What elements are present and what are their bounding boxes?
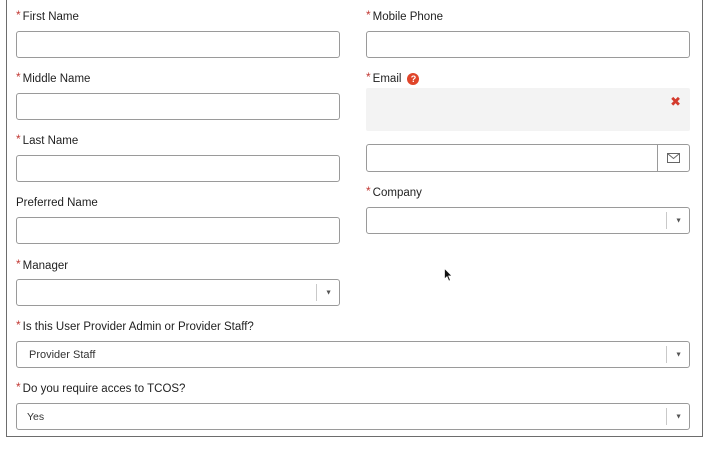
- chevron-down-icon: ▼: [675, 217, 682, 224]
- chevron-down-icon: ▼: [675, 413, 682, 420]
- select-divider: [316, 284, 317, 301]
- required-marker: *: [16, 70, 21, 84]
- required-marker: *: [16, 318, 21, 332]
- last-name-label: * Last Name: [16, 132, 79, 147]
- required-marker: *: [16, 8, 21, 22]
- required-marker: *: [16, 380, 21, 394]
- chevron-down-icon: ▼: [325, 289, 332, 296]
- required-marker: *: [366, 70, 371, 84]
- manager-label: * Manager: [16, 257, 69, 272]
- first-name-label: * First Name: [16, 8, 79, 23]
- required-marker: *: [366, 184, 371, 198]
- preferred-name-label: Preferred Name: [16, 197, 98, 209]
- clear-icon[interactable]: ✖: [670, 94, 681, 110]
- mobile-phone-label: * Mobile Phone: [366, 8, 443, 23]
- mouse-cursor-icon: [444, 268, 453, 282]
- email-lookup-button[interactable]: [657, 145, 689, 171]
- tcos-access-select[interactable]: Yes ▼: [16, 403, 690, 430]
- first-name-input[interactable]: [16, 31, 340, 58]
- preferred-name-input[interactable]: [16, 217, 340, 244]
- email-input[interactable]: [366, 144, 690, 172]
- company-label: * Company: [366, 184, 422, 199]
- required-marker: *: [16, 257, 21, 271]
- required-marker: *: [16, 132, 21, 146]
- select-divider: [666, 346, 667, 363]
- envelope-icon: [667, 153, 680, 163]
- select-divider: [666, 408, 667, 425]
- middle-name-label: * Middle Name: [16, 70, 91, 85]
- user-type-label: * Is this User Provider Admin or Provide…: [16, 318, 254, 333]
- manager-select[interactable]: ▼: [16, 279, 340, 306]
- required-marker: *: [366, 8, 371, 22]
- email-selected-area: ✖: [366, 88, 690, 131]
- chevron-down-icon: ▼: [675, 351, 682, 358]
- company-select[interactable]: ▼: [366, 207, 690, 234]
- tcos-access-label: * Do you require acces to TCOS?: [16, 380, 186, 395]
- mobile-phone-input[interactable]: [366, 31, 690, 58]
- select-divider: [666, 212, 667, 229]
- middle-name-input[interactable]: [16, 93, 340, 120]
- last-name-input[interactable]: [16, 155, 340, 182]
- user-type-select[interactable]: Provider Staff ▼: [16, 341, 690, 368]
- email-label: * Email ?: [366, 70, 420, 86]
- help-icon[interactable]: ?: [407, 73, 420, 85]
